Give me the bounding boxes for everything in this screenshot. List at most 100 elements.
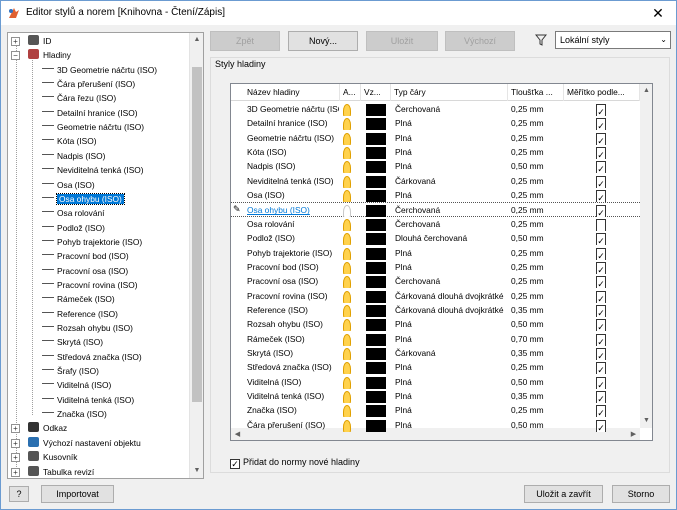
scale-checkbox[interactable]: ✓	[596, 362, 606, 375]
col-header-linetype[interactable]: Typ čáry	[391, 84, 508, 101]
visibility-cell[interactable]	[343, 102, 357, 116]
table-row[interactable]: Rámeček (ISO) Plná 0,70 mm ✓	[231, 332, 640, 346]
grid-scroll-thumb[interactable]	[640, 84, 649, 354]
visibility-cell[interactable]	[343, 174, 357, 188]
table-row[interactable]: Detailní hranice (ISO) Plná 0,25 mm ✓	[231, 116, 640, 131]
line-type-cell[interactable]: Čerchovaná	[395, 102, 508, 116]
line-weight-cell[interactable]: 0,25 mm	[511, 217, 565, 231]
color-cell[interactable]	[366, 102, 388, 116]
visibility-cell[interactable]	[343, 289, 357, 303]
table-row[interactable]: 3D Geometrie náčrtu (ISO) Čerchovaná 0,25 …	[231, 102, 640, 116]
visibility-cell[interactable]	[343, 260, 357, 274]
visibility-cell[interactable]	[343, 159, 357, 174]
table-row[interactable]: Geometrie náčrtu (ISO) Plná 0,25 mm ✓	[231, 131, 640, 145]
visibility-cell[interactable]	[343, 274, 357, 289]
scale-checkbox[interactable]: ✓	[596, 261, 606, 274]
line-type-cell[interactable]: Plná	[395, 246, 508, 260]
line-weight-cell[interactable]: 0,50 mm	[511, 317, 565, 331]
tree-scrollbar[interactable]: ▲ ▼	[189, 33, 203, 478]
color-cell[interactable]	[366, 145, 388, 160]
scale-cell[interactable]: ✓	[596, 375, 610, 389]
tree-item-id[interactable]: + ID	[11, 34, 51, 48]
scale-checkbox[interactable]: ✓	[596, 419, 606, 432]
line-weight-cell[interactable]: 0,50 mm	[511, 231, 565, 245]
scale-checkbox[interactable]: ✓	[596, 233, 606, 246]
color-cell[interactable]	[366, 174, 388, 188]
color-cell[interactable]	[366, 403, 388, 418]
line-weight-cell[interactable]: 0,25 mm	[511, 360, 565, 374]
line-type-cell[interactable]: Dlouhá čerchovaná	[395, 231, 508, 245]
tree-scroll-thumb[interactable]	[192, 67, 202, 402]
scale-checkbox[interactable]: ✓	[596, 290, 606, 303]
line-type-cell[interactable]: Čárkovaná dlouhá dvojkrátké	[395, 303, 508, 317]
default-button[interactable]: Výchozí	[445, 31, 515, 51]
line-type-cell[interactable]: Čárkovaná dlouhá dvojkrátké	[395, 289, 508, 303]
line-type-cell[interactable]: Plná	[395, 159, 508, 173]
scale-cell[interactable]	[596, 217, 610, 231]
tree-item-layer[interactable]: Pracovní rovina (ISO)	[42, 278, 138, 292]
scale-checkbox[interactable]: ✓	[596, 405, 606, 418]
visibility-cell[interactable]	[343, 332, 357, 346]
close-icon[interactable]: ✕	[648, 4, 668, 22]
add-layers-checkbox[interactable]: ✓	[230, 459, 240, 469]
layer-name-cell[interactable]: Středová značka (ISO)	[247, 360, 339, 374]
scale-checkbox[interactable]: ✓	[596, 118, 606, 131]
tree-item-object-defaults[interactable]: + Výchozí nastavení objektu	[11, 436, 141, 450]
layer-name-cell[interactable]: Pracovní rovina (ISO)	[247, 289, 339, 303]
scale-checkbox[interactable]: ✓	[596, 104, 606, 116]
layer-name-cell[interactable]: 3D Geometrie náčrtu (ISO)	[247, 102, 339, 116]
table-row[interactable]: Rozsah ohybu (ISO) Plná 0,50 mm ✓	[231, 317, 640, 332]
table-row[interactable]: Viditelná (ISO) Plná 0,50 mm ✓	[231, 375, 640, 389]
tree-item-layer[interactable]: Čára přerušení (ISO)	[42, 77, 135, 91]
visibility-cell[interactable]	[343, 375, 357, 389]
line-type-cell[interactable]: Čerchovaná	[395, 217, 508, 231]
tree-item-layer[interactable]: Detailní hranice (ISO)	[42, 106, 138, 120]
tree-item-layer[interactable]: Značka (ISO)	[42, 407, 107, 421]
scale-cell[interactable]: ✓	[596, 260, 610, 274]
tree-item-layer[interactable]: Nadpis (ISO)	[42, 149, 105, 163]
color-cell[interactable]	[366, 360, 388, 375]
layer-name-cell[interactable]: Rámeček (ISO)	[247, 332, 339, 346]
line-weight-cell[interactable]: 0,35 mm	[511, 346, 565, 360]
line-weight-cell[interactable]: 0,25 mm	[511, 174, 565, 188]
layer-name-cell[interactable]: Pracovní osa (ISO)	[247, 274, 339, 288]
visibility-cell[interactable]	[343, 203, 357, 218]
scale-checkbox[interactable]: ✓	[596, 247, 606, 260]
save-and-close-button[interactable]: Uložit a zavřít	[524, 485, 603, 503]
scale-cell[interactable]: ✓	[596, 418, 610, 432]
scroll-up-icon[interactable]: ▲	[190, 33, 203, 47]
scroll-down-icon[interactable]: ▼	[190, 464, 203, 478]
line-type-cell[interactable]: Čerchovaná	[395, 203, 508, 217]
tree-item-revision-table[interactable]: + Tabulka revizí	[11, 465, 94, 479]
style-filter-select[interactable]: Lokální styly ⌄	[555, 31, 671, 49]
table-row[interactable]: ✎ Osa ohybu (ISO) Čerchovaná 0,25 mm ✓	[231, 202, 640, 218]
tree-item-layer[interactable]: Neviditelná tenká (ISO)	[42, 163, 144, 177]
tree-item-layer[interactable]: Pracovní osa (ISO)	[42, 264, 128, 278]
line-weight-cell[interactable]: 0,25 mm	[511, 203, 565, 217]
scroll-down-icon[interactable]: ▼	[640, 414, 652, 428]
layer-name-cell[interactable]: Neviditelná tenká (ISO)	[247, 174, 339, 188]
visibility-cell[interactable]	[343, 188, 357, 203]
line-weight-cell[interactable]: 0,50 mm	[511, 375, 565, 389]
tree-item-layer[interactable]: Čára řezu (ISO)	[42, 91, 116, 105]
line-type-cell[interactable]: Plná	[395, 131, 508, 145]
tree-item-leader[interactable]: + Odkaz	[11, 421, 67, 435]
layer-name-cell[interactable]: Reference (ISO)	[247, 303, 339, 317]
color-cell[interactable]	[366, 116, 388, 131]
line-weight-cell[interactable]: 0,70 mm	[511, 332, 565, 346]
tree-item-parts-list[interactable]: + Kusovník	[11, 450, 77, 464]
color-cell[interactable]	[366, 346, 388, 360]
scale-cell[interactable]: ✓	[596, 116, 610, 131]
table-row[interactable]: Neviditelná tenká (ISO) Čárkovaná 0,25 mm ✓	[231, 174, 640, 188]
color-cell[interactable]	[366, 389, 388, 403]
scale-cell[interactable]: ✓	[596, 332, 610, 346]
line-weight-cell[interactable]: 0,25 mm	[511, 246, 565, 260]
tree-item-layer[interactable]: 3D Geometrie náčrtu (ISO)	[42, 63, 157, 77]
layer-name-cell[interactable]: Značka (ISO)	[247, 403, 339, 417]
table-row[interactable]: Pohyb trajektorie (ISO) Plná 0,25 mm ✓	[231, 246, 640, 260]
color-cell[interactable]	[366, 260, 388, 274]
layer-name-cell[interactable]: Rozsah ohybu (ISO)	[247, 317, 339, 331]
scale-cell[interactable]: ✓	[596, 131, 610, 145]
tree-item-layer[interactable]: Rámeček (ISO)	[42, 292, 115, 306]
layer-name-cell[interactable]: Detailní hranice (ISO)	[247, 116, 339, 130]
